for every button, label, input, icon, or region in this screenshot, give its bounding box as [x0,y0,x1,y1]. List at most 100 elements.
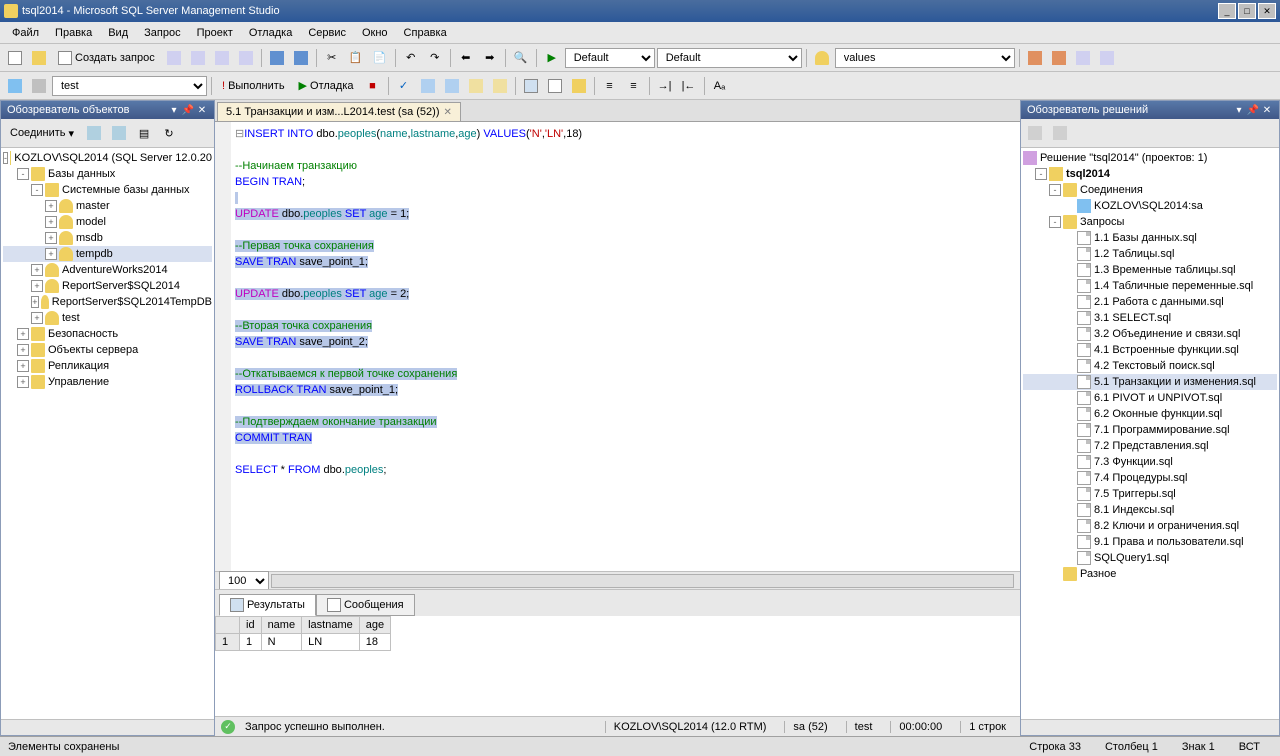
copy-icon[interactable]: 📋 [345,47,367,69]
new-query-button[interactable]: Создать запрос [52,49,161,67]
undo-icon[interactable]: ↶ [400,47,422,69]
results-tab[interactable]: Результаты [219,594,316,616]
sql-file-item[interactable]: 7.2 Представления.sql [1023,438,1277,454]
sql-file-item[interactable]: 7.1 Программирование.sql [1023,422,1277,438]
sql-file-item[interactable]: SQLQuery1.sql [1023,550,1277,566]
sql-file-item[interactable]: 7.5 Триггеры.sql [1023,486,1277,502]
qt-icon-4[interactable] [489,75,511,97]
menu-edit[interactable]: Правка [47,25,100,41]
se-close-icon[interactable]: ✕ [1261,104,1273,116]
sql-file-item[interactable]: 9.1 Права и пользователи.sql [1023,534,1277,550]
sql-file-item[interactable]: 1.1 Базы данных.sql [1023,230,1277,246]
debug-button[interactable]: ▶Отладка [293,77,360,94]
replication-node[interactable]: +Репликация [3,358,212,374]
config-combo-2[interactable]: Default [657,48,802,68]
zoom-combo[interactable]: 100 % [219,571,269,591]
test-node[interactable]: +test [3,310,212,326]
sql-file-item[interactable]: 6.2 Оконные функции.sql [1023,406,1277,422]
solution-root[interactable]: Решение "tsql2014" (проектов: 1) [1023,150,1277,166]
cut-icon[interactable]: ✂ [321,47,343,69]
pin-icon[interactable]: 📌 [182,104,194,116]
parse-icon[interactable]: ✓ [393,75,415,97]
se-icon-1[interactable] [1024,122,1046,144]
connect-button[interactable]: Соединить ▾ [4,125,80,142]
databases-node[interactable]: -Базы данных [3,166,212,182]
tb-end-4[interactable] [1096,47,1118,69]
sql-file-item[interactable]: 4.1 Встроенные функции.sql [1023,342,1277,358]
paste-icon[interactable]: 📄 [369,47,391,69]
stop-icon[interactable]: ■ [362,75,384,97]
sql-file-item[interactable]: 8.1 Индексы.sql [1023,502,1277,518]
sql-file-item[interactable]: 8.2 Ключи и ограничения.sql [1023,518,1277,534]
object-explorer-tree[interactable]: -KOZLOV\SQL2014 (SQL Server 12.0.20 -Баз… [1,148,214,719]
menu-query[interactable]: Запрос [136,25,188,41]
sql-file-item[interactable]: 5.1 Транзакции и изменения.sql [1023,374,1277,390]
connect-icon[interactable] [4,75,26,97]
tab-close-icon[interactable]: ✕ [444,107,452,118]
qt-icon-5[interactable]: Aₐ [709,75,731,97]
sql-file-item[interactable]: 7.4 Процедуры.sql [1023,470,1277,486]
qt-icon-2[interactable] [441,75,463,97]
security-node[interactable]: +Безопасность [3,326,212,342]
new-project-icon[interactable] [4,47,26,69]
menu-project[interactable]: Проект [189,25,241,41]
col-id[interactable]: id [240,617,262,634]
tb-icon-1[interactable] [163,47,185,69]
project-node[interactable]: -tsql2014 [1023,166,1277,182]
indent-icon[interactable]: →| [654,75,676,97]
col-age[interactable]: age [359,617,390,634]
tb-end-2[interactable] [1048,47,1070,69]
redo-icon[interactable]: ↷ [424,47,446,69]
msdb-node[interactable]: +msdb [3,230,212,246]
menu-service[interactable]: Сервис [300,25,354,41]
database-combo[interactable]: test [52,76,207,96]
menu-file[interactable]: Файл [4,25,47,41]
close-panel-icon[interactable]: ✕ [196,104,208,116]
master-node[interactable]: +master [3,198,212,214]
model-node[interactable]: +model [3,214,212,230]
menu-debug[interactable]: Отладка [241,25,300,41]
sql-file-item[interactable]: 2.1 Работа с данными.sql [1023,294,1277,310]
sql-file-item[interactable]: 4.2 Текстовый поиск.sql [1023,358,1277,374]
execute-button[interactable]: !Выполнить [216,78,291,94]
results-grid[interactable]: id name lastname age 1 1 N LN 18 [215,616,1020,716]
rs2-node[interactable]: +ReportServer$SQL2014TempDB [3,294,212,310]
management-node[interactable]: +Управление [3,374,212,390]
sql-file-item[interactable]: 3.2 Объединение и связи.sql [1023,326,1277,342]
qt-icon-1[interactable] [417,75,439,97]
close-button[interactable]: ✕ [1258,3,1276,19]
solution-tree[interactable]: Решение "tsql2014" (проектов: 1) -tsql20… [1021,148,1279,719]
menu-help[interactable]: Справка [396,25,455,41]
menu-view[interactable]: Вид [100,25,136,41]
oe-scrollbar[interactable] [1,719,214,735]
se-pin-icon[interactable]: 📌 [1247,104,1259,116]
db-icon-tb[interactable] [811,47,833,69]
oe-icon-2[interactable] [108,122,130,144]
results-grid-icon[interactable] [520,75,542,97]
results-text-icon[interactable] [544,75,566,97]
se-dropdown-icon[interactable]: ▾ [1233,104,1245,116]
oe-icon-1[interactable] [83,122,105,144]
tb-end-1[interactable] [1024,47,1046,69]
rs1-node[interactable]: +ReportServer$SQL2014 [3,278,212,294]
menu-window[interactable]: Окно [354,25,396,41]
tempdb-node[interactable]: +tempdb [3,246,212,262]
minimize-button[interactable]: _ [1218,3,1236,19]
connection-item[interactable]: KOZLOV\SQL2014:sa [1023,198,1277,214]
nav-back-icon[interactable]: ⬅ [455,47,477,69]
maximize-button[interactable]: □ [1238,3,1256,19]
find-icon[interactable]: 🔍 [510,47,532,69]
play-icon[interactable]: ▶ [541,47,563,69]
results-file-icon[interactable] [568,75,590,97]
system-db-node[interactable]: -Системные базы данных [3,182,212,198]
disconnect-icon[interactable] [28,75,50,97]
editor-hscroll[interactable] [271,574,1014,588]
se-icon-2[interactable] [1049,122,1071,144]
open-icon[interactable] [28,47,50,69]
sql-file-item[interactable]: 7.3 Функции.sql [1023,454,1277,470]
uncomment-icon[interactable]: ≡ [623,75,645,97]
sql-file-item[interactable]: 6.1 PIVOT и UNPIVOT.sql [1023,390,1277,406]
comment-icon[interactable]: ≡ [599,75,621,97]
table-row[interactable]: 1 1 N LN 18 [216,634,391,651]
tb-icon-3[interactable] [211,47,233,69]
